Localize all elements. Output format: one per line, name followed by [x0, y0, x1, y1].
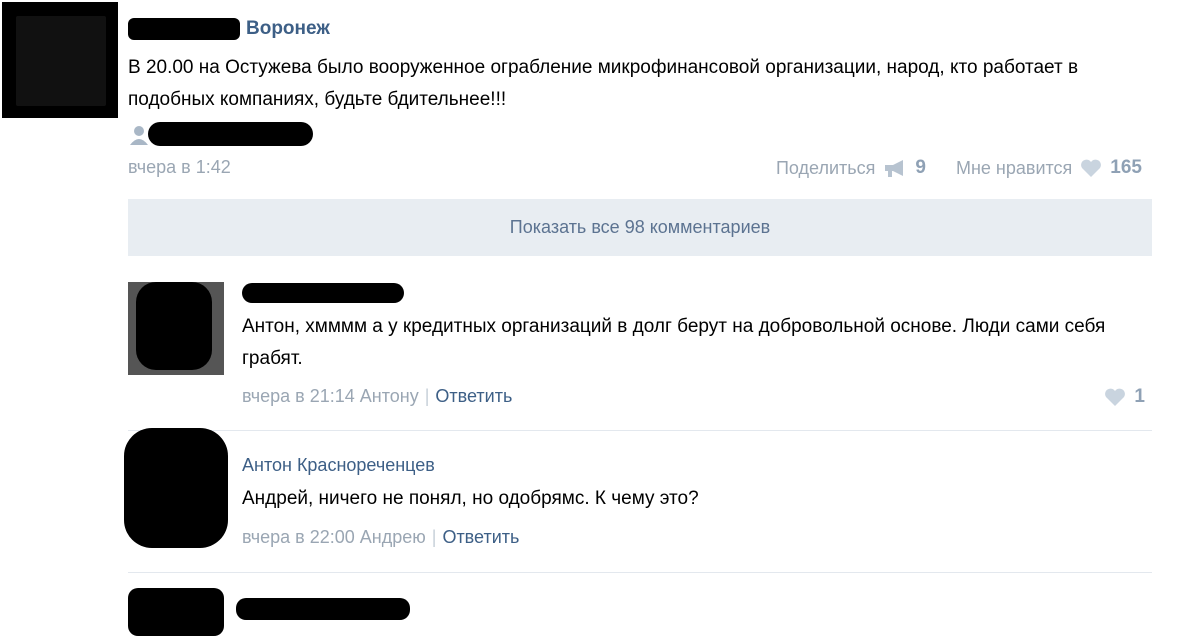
reply-button[interactable]: Ответить — [442, 527, 519, 547]
like-button[interactable]: Мне нравится — [956, 158, 1072, 179]
redacted-comment-author — [242, 283, 404, 303]
post-actions: Поделиться 9 Мне нравится 165 — [776, 157, 1142, 179]
comment-meta: вчера в 22:00 Андрею | Ответить — [242, 527, 519, 548]
comment-meta: вчера в 21:14 Антону | Ответить — [242, 386, 512, 407]
comment-date[interactable]: вчера в 22:00 Андрею — [242, 527, 426, 547]
comment-like-count: 1 — [1134, 386, 1145, 407]
post-date[interactable]: вчера в 1:42 — [128, 157, 231, 178]
comment-date[interactable]: вчера в 21:14 Антону — [242, 386, 419, 406]
share-count: 9 — [915, 157, 926, 178]
redacted-author-name — [128, 18, 240, 40]
share-button[interactable]: Поделиться — [776, 158, 875, 179]
post-avatar[interactable] — [2, 2, 118, 118]
post-author-city[interactable]: Воронеж — [246, 18, 330, 40]
meta-separator: | — [431, 527, 437, 547]
meta-separator: | — [424, 386, 430, 406]
post-text: В 20.00 на Остужева было вооруженное огр… — [128, 57, 1079, 110]
redacted-comment-author — [236, 598, 410, 620]
comment-divider — [128, 572, 1152, 573]
like-count: 165 — [1110, 157, 1142, 178]
user-icon — [130, 126, 148, 145]
comment-text: Андрей, ничего не понял, но одобрямс. К … — [242, 488, 699, 509]
comment-text: Антон, хмммм а у кредитных организаций в… — [242, 316, 1106, 369]
show-all-comments-button[interactable]: Показать все 98 комментариев — [128, 199, 1152, 256]
redacted-signer-name — [148, 122, 313, 146]
comment-divider — [128, 430, 1152, 431]
comment-avatar[interactable] — [128, 282, 224, 375]
comment-avatar[interactable] — [128, 588, 224, 636]
comment-like[interactable]: 1 — [1104, 386, 1145, 408]
megaphone-icon[interactable] — [883, 158, 907, 178]
heart-icon[interactable] — [1104, 387, 1126, 407]
heart-icon[interactable] — [1080, 158, 1102, 178]
comment-author[interactable]: Антон Краснореченцев — [242, 455, 435, 476]
comment-avatar[interactable] — [124, 428, 228, 548]
reply-button[interactable]: Ответить — [435, 386, 512, 406]
